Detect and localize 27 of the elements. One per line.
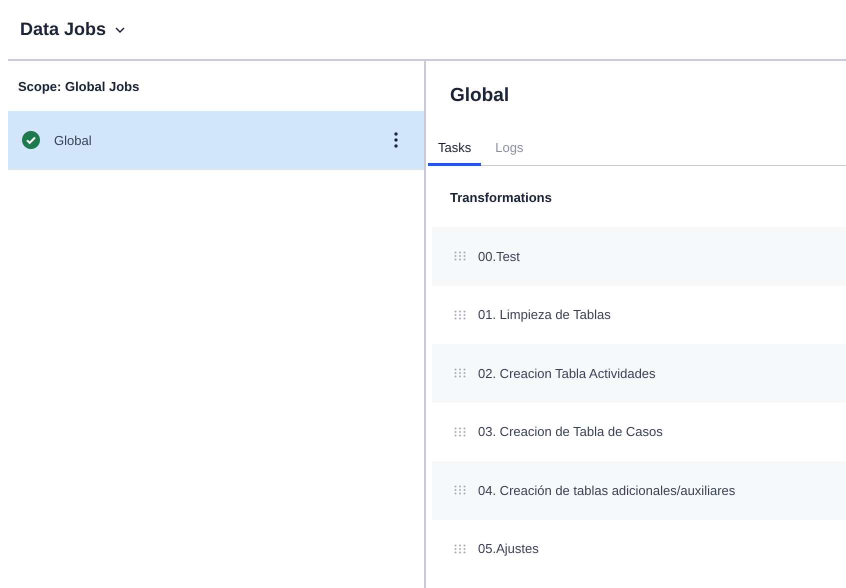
drag-handle-icon[interactable]: [454, 251, 466, 262]
page-title-dropdown[interactable]: Data Jobs: [20, 19, 126, 40]
task-row[interactable]: 00.Test: [432, 227, 846, 286]
scope-label: Scope: Global Jobs: [17, 78, 140, 96]
task-row[interactable]: 04. Creación de tablas adicionales/auxiliares: [432, 461, 846, 520]
drag-handle-icon[interactable]: [454, 368, 466, 378]
task-row[interactable]: 05.Ajustes: [432, 520, 846, 578]
job-name: Global: [54, 132, 93, 148]
task-name: 04. Creación de tablas adicionales/auxiliares: [478, 482, 736, 498]
more-options-icon[interactable]: [394, 132, 398, 148]
drag-handle-icon[interactable]: [454, 485, 466, 496]
chevron-down-icon: [114, 26, 126, 34]
task-row[interactable]: 03. Creacion de Tabla de Casos: [432, 402, 846, 461]
task-row[interactable]: 02. Creacion Tabla Actividades: [432, 344, 846, 402]
drag-handle-icon[interactable]: [454, 544, 466, 554]
task-name: 03. Creacion de Tabla de Casos: [478, 424, 663, 440]
job-item[interactable]: Global: [8, 111, 424, 170]
task-name: 01. Limpieza de Tablas: [478, 307, 611, 322]
task-name: 00.Test: [478, 248, 520, 264]
task-name: 02. Creacion Tabla Actividades: [478, 366, 656, 381]
drag-handle-icon[interactable]: [454, 426, 466, 437]
section-title: Transformations: [449, 189, 553, 207]
drag-handle-icon[interactable]: [454, 310, 466, 320]
task-name: 05.Ajustes: [478, 541, 539, 556]
detail-title: Global: [449, 84, 510, 108]
tab[interactable]: Tasks: [428, 131, 482, 166]
task-row[interactable]: 01. Limpieza de Tablas: [432, 286, 846, 344]
